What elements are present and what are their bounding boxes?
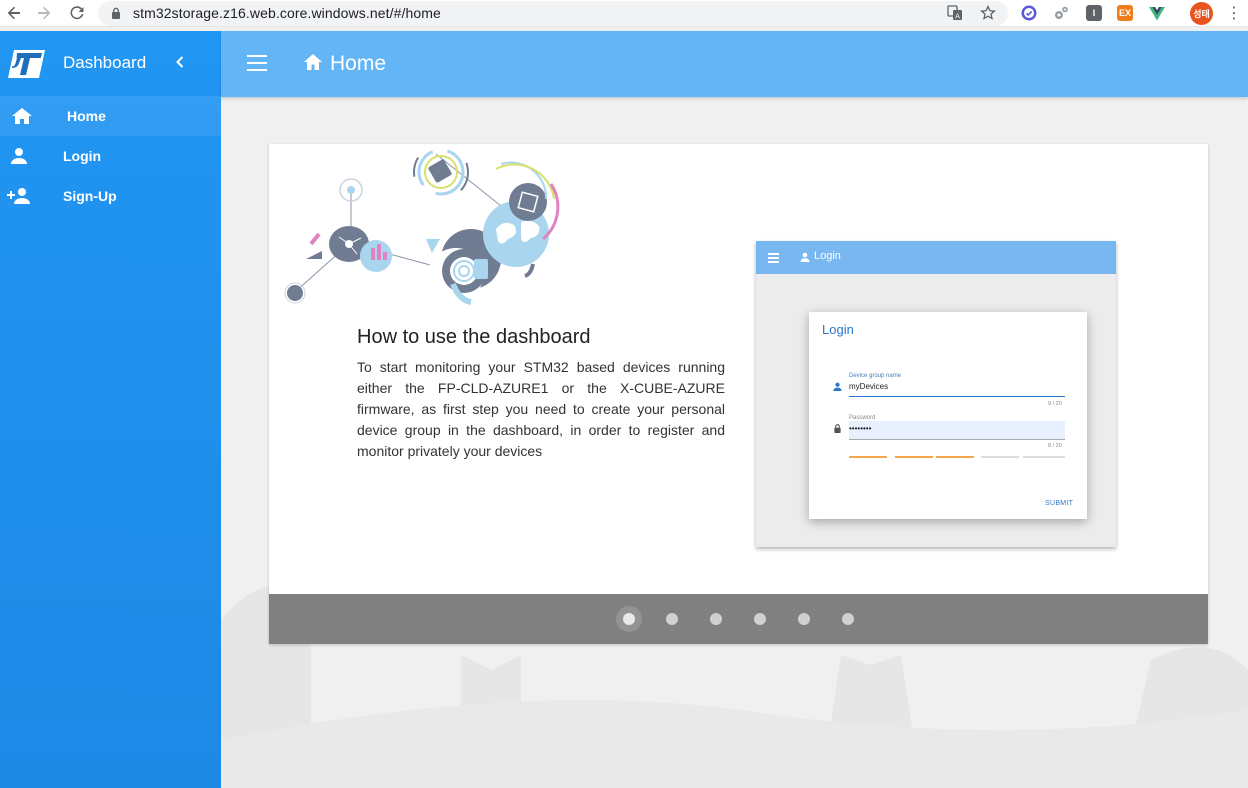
preview-group-label: Device group name [849,373,902,379]
home-icon [304,54,322,70]
person-icon [833,382,842,391]
star-icon[interactable] [980,4,996,21]
slide-heading: How to use the dashboard [357,326,591,348]
menu-icon[interactable] [247,55,267,71]
back-arrow-icon[interactable] [3,2,25,24]
strength-bar [936,456,974,458]
iot-illustration [284,144,560,305]
address-bar[interactable]: stm32storage.z16.web.core.windows.net/#/… [98,1,1008,26]
sidebar-item-signup[interactable]: Sign-Up [0,176,221,216]
translate-icon[interactable]: A [947,5,963,21]
preview-password-value: •••••••• [849,424,872,433]
strength-bar [1023,456,1065,458]
st-logo-icon [8,50,45,78]
sidebar-item-label: Sign-Up [63,188,117,204]
carousel-controls [269,594,1208,644]
carousel-dot-1[interactable] [623,613,635,625]
lock-icon [834,424,841,433]
preview-password-underline [849,439,1065,440]
profile-avatar[interactable]: 성태 [1190,2,1213,25]
sidebar-item-label: Home [67,108,106,124]
app-bar: Home [221,31,1248,97]
carousel-dot-6[interactable] [842,613,854,625]
carousel-dot-3[interactable] [710,613,722,625]
vue-icon[interactable] [1149,5,1165,21]
person-add-icon [7,188,30,204]
lock-icon [112,7,120,19]
browser-menu-icon[interactable]: ⋮ [1226,3,1242,23]
gears-icon[interactable] [1053,5,1069,21]
reload-icon[interactable] [66,2,88,24]
sidebar: Dashboard Home Login Sign-Up [0,31,221,788]
carousel-dot-5[interactable] [798,613,810,625]
preview-group-counter: 9 / 20 [1048,401,1062,407]
preview-app-bar: Login [756,241,1116,274]
app-root: stm32storage.z16.web.core.windows.net/#/… [0,0,1248,788]
preview-password-box [849,421,1065,439]
page-title: Home [330,52,387,75]
preview-title: Login [814,250,841,262]
sidebar-item-login[interactable]: Login [0,136,221,176]
url-text[interactable]: stm32storage.z16.web.core.windows.net/#/… [133,5,441,21]
sidebar-item-label: Login [63,148,102,164]
preview-submit-button: SUBMIT [1045,500,1074,507]
ext-ex-icon[interactable]: EX [1117,5,1133,21]
person-icon [11,148,27,164]
strength-bar [849,456,887,458]
browser-toolbar: stm32storage.z16.web.core.windows.net/#/… [0,0,1248,27]
sidebar-header: Dashboard [0,31,221,96]
slide-body-text: To start monitoring your STM32 based dev… [357,359,725,459]
carousel-dot-4[interactable] [754,613,766,625]
carousel-card: How to use the dashboard To start monito… [269,144,1208,644]
svg-text:A: A [955,12,960,20]
carousel-dot-2[interactable] [666,613,678,625]
chevron-left-icon[interactable] [173,51,187,75]
strength-bar [981,456,1019,458]
home-icon [12,108,32,124]
preview-group-value: myDevices [849,382,889,391]
preview-dialog-title: Login [822,322,854,337]
menu-icon [768,253,779,263]
preview-group-underline [849,396,1065,397]
sidebar-title: Dashboard [63,53,147,72]
preview-password-counter: 8 / 20 [1048,443,1062,449]
login-preview-image: Login Login Device group name myDevices … [756,241,1116,547]
preview-login-dialog: Login Device group name myDevices 9 / 20… [809,312,1087,519]
sidebar-item-home[interactable]: Home [0,96,221,136]
ext-i-icon[interactable]: I [1086,5,1102,21]
forward-arrow-icon[interactable] [33,2,55,24]
strength-bar [895,456,933,458]
check-circle-icon[interactable] [1021,5,1037,21]
person-icon [800,252,810,262]
